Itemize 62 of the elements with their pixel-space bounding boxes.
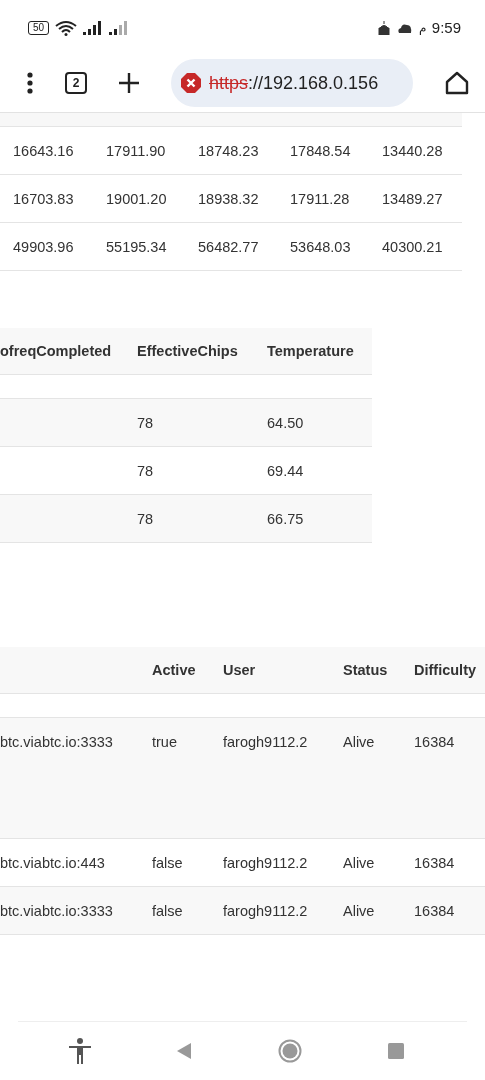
table-cell: farogh9112.2 <box>223 734 308 750</box>
table-cell: 19001.20 <box>106 190 167 207</box>
table-cell: false <box>152 902 183 919</box>
table-cell: 17911.28 <box>290 190 350 207</box>
column-header: Active <box>152 662 196 678</box>
table-cell: 64.50 <box>267 414 304 431</box>
table-cell: btc.viabtc.io:3333 <box>0 902 113 919</box>
table-cell: 13440.28 <box>382 142 443 159</box>
table-cell: 40300.21 <box>382 238 443 255</box>
cloud-icon <box>396 22 413 33</box>
table-cell: 49903.96 <box>13 238 74 255</box>
table-cell: true <box>152 734 177 750</box>
am-pm-label: م <box>418 20 426 35</box>
table-cell: 78 <box>137 414 154 431</box>
table-cell: Alive <box>343 902 375 919</box>
battery-level: 50 <box>33 21 45 33</box>
table-cell: 13489.27 <box>382 190 443 207</box>
accessibility-icon[interactable] <box>69 1038 92 1064</box>
table-cell: 17848.54 <box>290 142 351 159</box>
table-cell: 16384 <box>414 734 455 750</box>
new-tab-icon[interactable] <box>119 73 139 93</box>
table-cell: 55195.34 <box>106 238 167 255</box>
menu-icon[interactable] <box>27 72 33 94</box>
column-header: Status <box>343 662 388 678</box>
table-cell: Alive <box>343 854 375 871</box>
signal-icon <box>109 20 130 35</box>
wifi-icon <box>55 19 78 36</box>
table-cell: 53648.03 <box>290 238 351 255</box>
table-cell: 78 <box>137 510 154 527</box>
table-cell: 17911.90 <box>106 142 166 159</box>
column-header: Temperature <box>267 343 354 359</box>
table-cell: 18938.32 <box>198 190 259 207</box>
table-cell: 78 <box>137 462 154 479</box>
table-cell: 18748.23 <box>198 142 259 159</box>
column-header: EffectiveChips <box>137 343 238 359</box>
address-bar[interactable]: https://192.168.0.156 <box>171 59 413 107</box>
table-cell: 16384 <box>414 902 455 919</box>
signal-icon <box>83 20 104 35</box>
table-cell: 16703.83 <box>13 190 74 207</box>
recents-icon[interactable] <box>387 1043 404 1059</box>
home-button-icon[interactable] <box>277 1039 302 1063</box>
tab-switcher-button[interactable]: 2 <box>65 72 87 94</box>
back-icon[interactable] <box>177 1043 192 1059</box>
table-cell: 56482.77 <box>198 238 259 255</box>
table-cell: 69.44 <box>267 462 304 479</box>
column-header: User <box>223 662 256 678</box>
column-header: ofreqCompleted <box>0 343 112 359</box>
url-text: https://192.168.0.156 <box>209 72 379 94</box>
column-header: Difficulty <box>414 662 477 678</box>
table-cell: Alive <box>343 734 375 750</box>
home-icon[interactable] <box>445 71 469 95</box>
table-cell: farogh9112.2 <box>223 902 308 919</box>
clock-time: 9:59 <box>431 19 461 36</box>
table-cell: btc.viabtc.io:3333 <box>0 734 113 750</box>
mosque-icon <box>376 20 391 35</box>
table-cell: 66.75 <box>267 510 304 527</box>
table-cell: 16643.16 <box>13 142 74 159</box>
table-cell: farogh9112.2 <box>223 854 308 871</box>
not-secure-icon <box>181 73 201 93</box>
table-cell: btc.viabtc.io:443 <box>0 854 105 871</box>
table-cell: 16384 <box>414 854 455 871</box>
table-cell: false <box>152 854 183 871</box>
